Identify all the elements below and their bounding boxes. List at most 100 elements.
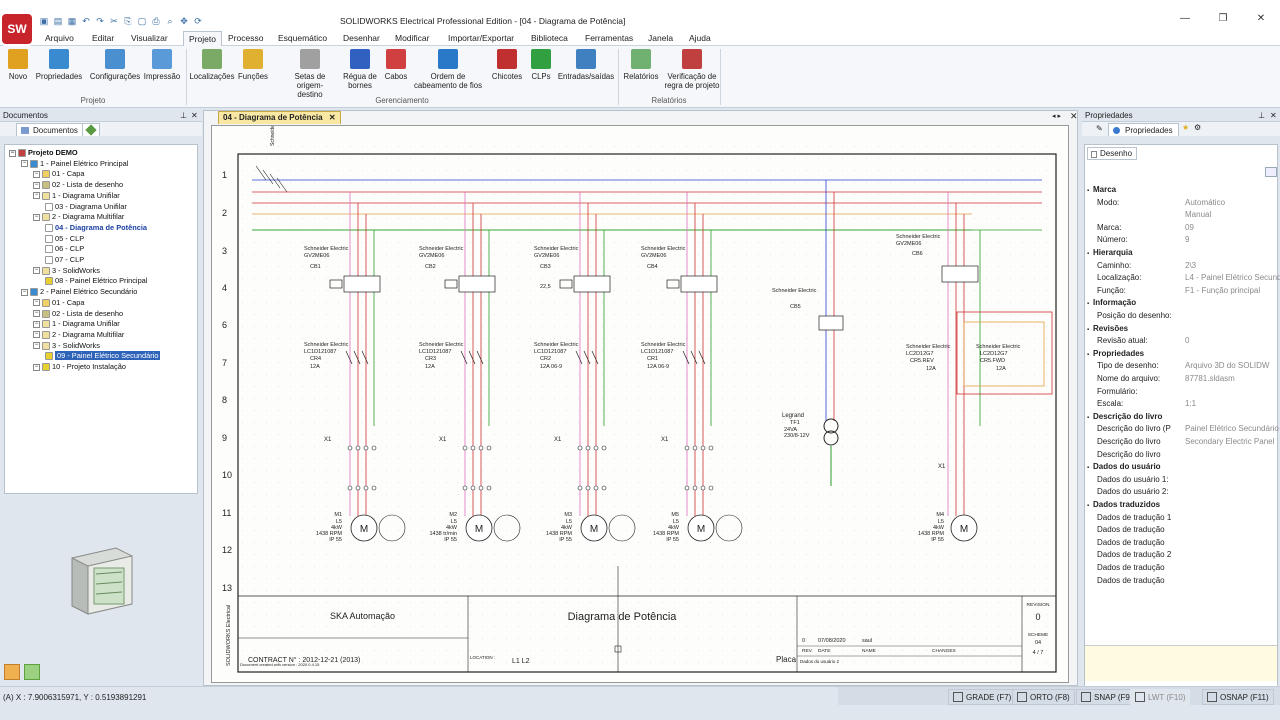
menu-8[interactable]: Importar/Exportar — [448, 33, 514, 43]
status-toggle-3[interactable]: LWT (F10) — [1130, 689, 1191, 705]
tree-node[interactable]: −1 - Diagrama Unifilar — [33, 191, 120, 201]
tree-node[interactable]: −10 - Projeto Instalação — [33, 362, 126, 372]
settings-icon[interactable]: ⚙ — [1194, 123, 1201, 132]
refresh-icon[interactable]: ⟳ — [192, 15, 204, 27]
filter-icon[interactable] — [1265, 167, 1277, 177]
status-toggle-2[interactable]: SNAP (F9) — [1076, 689, 1138, 705]
property-row[interactable]: Descrição do livro (P Painel Elétrico Sec… — [1087, 424, 1280, 436]
tree-node[interactable]: 05 - CLP — [45, 234, 84, 244]
property-row[interactable]: Marca: 09 — [1087, 223, 1280, 235]
property-row[interactable]: Função: F1 - Função principal — [1087, 286, 1280, 298]
tab-close-icon[interactable]: ✕ — [329, 113, 336, 122]
property-row[interactable]: Revisão atual: 0 — [1087, 336, 1280, 348]
ribbon-button-8[interactable]: Cabos — [383, 49, 409, 81]
tree-node[interactable]: −02 - Lista de desenho — [33, 180, 123, 190]
tab-documents[interactable]: Documentos — [16, 123, 84, 136]
menu-2[interactable]: Visualizar — [131, 33, 168, 43]
ribbon-button-3[interactable]: Impressão — [142, 49, 182, 81]
tree-node[interactable]: 07 - CLP — [45, 255, 84, 265]
menu-10[interactable]: Ferramentas — [585, 33, 633, 43]
tree-node[interactable]: −3 - SolidWorks — [33, 266, 100, 276]
menu-1[interactable]: Editar — [92, 33, 114, 43]
expand-icon[interactable]: − — [33, 331, 40, 339]
tree-node[interactable]: −3 - SolidWorks — [33, 341, 100, 351]
tab-drawing[interactable]: Desenho — [1087, 147, 1138, 160]
property-row[interactable]: Formulário: — [1087, 387, 1280, 399]
panel-toggle-icon[interactable] — [4, 664, 20, 680]
menu-7[interactable]: Modificar — [395, 33, 429, 43]
ribbon-button-5[interactable]: Funções — [235, 49, 271, 81]
open-icon[interactable]: ▤ — [52, 15, 64, 27]
expand-icon[interactable]: − — [33, 320, 40, 328]
property-row[interactable]: Número: 9 — [1087, 235, 1280, 247]
expand-icon[interactable]: − — [33, 192, 40, 200]
ribbon-button-7[interactable]: Régua de bornes — [340, 49, 380, 90]
ribbon-button-1[interactable]: Propriedades — [34, 49, 84, 81]
status-toggle-4[interactable]: OSNAP (F11) — [1202, 689, 1274, 705]
property-section[interactable]: ▪ Dados traduzidos — [1087, 500, 1279, 512]
close-panel-icon[interactable]: ✕ — [191, 111, 198, 120]
property-section[interactable]: ▪ Marca — [1087, 185, 1279, 197]
property-row[interactable]: Manual — [1087, 210, 1280, 222]
expand-icon[interactable]: − — [33, 213, 40, 221]
ribbon-button-6[interactable]: Setas de origem-destino — [286, 49, 334, 99]
tree-node[interactable]: −2 - Painel Elétrico Secundário — [21, 287, 137, 297]
ribbon-button-11[interactable]: CLPs — [529, 49, 553, 81]
close-icon[interactable]: ✕ — [1242, 13, 1280, 24]
tree-node[interactable]: −1 - Painel Elétrico Principal — [21, 159, 128, 169]
menu-6[interactable]: Desenhar — [343, 33, 380, 43]
redo-icon[interactable]: ↷ — [94, 15, 106, 27]
property-section[interactable]: ▪ Descrição do livro — [1087, 412, 1279, 424]
refresh-panel-icon[interactable] — [24, 664, 40, 680]
ribbon-button-4[interactable]: Localizações — [189, 49, 235, 81]
tab-properties[interactable]: Propriedades — [1108, 123, 1179, 136]
property-row[interactable]: Caminho: 2\3 — [1087, 261, 1280, 273]
save-icon[interactable]: ▦ — [66, 15, 78, 27]
canvas-close-icon[interactable]: ✕ — [1070, 111, 1078, 122]
zoom-icon[interactable]: ⌕ — [164, 15, 176, 27]
copy-icon[interactable]: ⎘ — [122, 15, 134, 27]
ribbon-button-13[interactable]: Relatórios — [621, 49, 661, 81]
cut-icon[interactable]: ✂ — [108, 15, 120, 27]
ribbon-button-2[interactable]: Configurações — [88, 49, 142, 81]
tree-node[interactable]: − Projeto DEMO — [9, 148, 78, 158]
menu-11[interactable]: Janela — [648, 33, 673, 43]
property-row[interactable]: Dados do usuário 2: — [1087, 487, 1280, 499]
tree-node[interactable]: −2 - Diagrama Multifilar — [33, 330, 124, 340]
tree-node[interactable]: −01 - Capa — [33, 298, 84, 308]
status-toggle-0[interactable]: GRADE (F7) — [948, 689, 1017, 705]
document-tab[interactable]: 04 - Diagrama de Potência ✕ — [218, 111, 341, 124]
tree-node[interactable]: 08 - Painel Elétrico Principal — [45, 276, 147, 286]
star-icon[interactable]: ★ — [1182, 123, 1189, 132]
property-row[interactable]: Descrição do livro — [1087, 450, 1280, 462]
expand-icon[interactable]: − — [33, 181, 40, 189]
tree-node[interactable]: 03 - Diagrama Unifilar — [45, 202, 127, 212]
tab-components[interactable] — [82, 123, 100, 136]
tree-node[interactable]: 06 - CLP — [45, 244, 84, 254]
menu-12[interactable]: Ajuda — [689, 33, 711, 43]
menu-4[interactable]: Processo — [228, 33, 263, 43]
menu-0[interactable]: Arquivo — [45, 33, 74, 43]
tree-node[interactable]: −02 - Lista de desenho — [33, 309, 123, 319]
status-toggle-1[interactable]: ORTO (F8) — [1012, 689, 1075, 705]
ribbon-button-14[interactable]: Verificação de regra de projeto — [662, 49, 722, 90]
property-row[interactable]: Dados de tradução — [1087, 525, 1280, 537]
ribbon-button-10[interactable]: Chicotes — [489, 49, 525, 81]
tree-node[interactable]: −1 - Diagrama Unifilar — [33, 319, 120, 329]
property-row[interactable]: Descrição do livro Secondary Electric Pan… — [1087, 437, 1280, 449]
expand-icon[interactable]: − — [33, 310, 40, 318]
expand-icon[interactable]: − — [33, 170, 40, 178]
pin-icon[interactable]: ⊥ — [1258, 111, 1265, 120]
tree-node[interactable]: −2 - Diagrama Multifilar — [33, 212, 124, 222]
pan-icon[interactable]: ✥ — [178, 15, 190, 27]
property-section[interactable]: ▪ Informação — [1087, 298, 1279, 310]
property-section[interactable]: ▪ Propriedades — [1087, 349, 1279, 361]
tab-scroll-icon[interactable]: ◂ ▸ — [1052, 112, 1061, 120]
property-row[interactable]: Localização: L4 - Painel Elétrico Secund — [1087, 273, 1280, 285]
expand-icon[interactable]: − — [33, 363, 40, 371]
expand-icon[interactable]: − — [9, 149, 16, 157]
property-row[interactable]: Dados de tradução 1 — [1087, 513, 1280, 525]
tree-node[interactable]: 09 - Painel Elétrico Secundário — [45, 351, 161, 361]
paste-icon[interactable]: ▢ — [136, 15, 148, 27]
menu-3[interactable]: Projeto — [183, 31, 222, 46]
